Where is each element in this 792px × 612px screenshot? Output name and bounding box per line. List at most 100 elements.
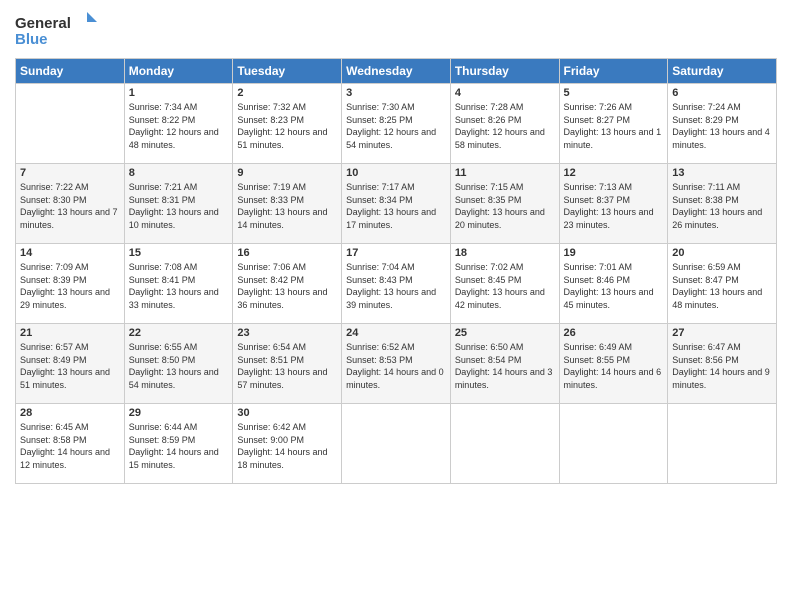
day-number: 11 (455, 167, 555, 179)
day-info: Sunrise: 7:21 AMSunset: 8:31 PMDaylight:… (129, 181, 229, 231)
calendar-cell: 9 Sunrise: 7:19 AMSunset: 8:33 PMDaylight… (233, 164, 342, 244)
calendar-table: SundayMondayTuesdayWednesdayThursdayFrid… (15, 58, 777, 484)
calendar-cell: 4Sunrise: 7:28 AMSunset: 8:26 PMDaylight… (450, 84, 559, 164)
day-info: Sunrise: 7:32 AMSunset: 8:23 PMDaylight:… (237, 101, 337, 151)
day-info: Sunrise: 6:57 AMSunset: 8:49 PMDaylight:… (20, 341, 120, 391)
day-info: Sunrise: 7:19 AMSunset: 8:33 PMDaylight:… (237, 181, 337, 231)
day-info: Sunrise: 7:30 AMSunset: 8:25 PMDaylight:… (346, 101, 446, 151)
day-info: Sunrise: 7:13 AMSunset: 8:37 PMDaylight:… (564, 181, 664, 231)
calendar-cell: 20 Sunrise: 6:59 AMSunset: 8:47 PMDayligh… (668, 244, 777, 324)
header: General Blue (15, 10, 777, 50)
day-number: 29 (129, 407, 229, 419)
day-info: Sunrise: 6:59 AMSunset: 8:47 PMDaylight:… (672, 261, 772, 311)
calendar-cell: 5Sunrise: 7:26 AMSunset: 8:27 PMDaylight… (559, 84, 668, 164)
calendar-cell (342, 404, 451, 484)
day-number: 18 (455, 247, 555, 259)
calendar-cell: 8 Sunrise: 7:21 AMSunset: 8:31 PMDaylight… (124, 164, 233, 244)
day-number: 3 (346, 87, 446, 99)
calendar-cell (450, 404, 559, 484)
day-info: Sunrise: 6:45 AMSunset: 8:58 PMDaylight:… (20, 421, 120, 471)
calendar-cell (559, 404, 668, 484)
col-header-wednesday: Wednesday (342, 59, 451, 84)
calendar-cell: 18 Sunrise: 7:02 AMSunset: 8:45 PMDayligh… (450, 244, 559, 324)
day-number: 17 (346, 247, 446, 259)
day-info: Sunrise: 6:55 AMSunset: 8:50 PMDaylight:… (129, 341, 229, 391)
day-info: Sunrise: 7:06 AMSunset: 8:42 PMDaylight:… (237, 261, 337, 311)
week-row-4: 21 Sunrise: 6:57 AMSunset: 8:49 PMDayligh… (16, 324, 777, 404)
day-number: 23 (237, 327, 337, 339)
calendar-cell: 7 Sunrise: 7:22 AMSunset: 8:30 PMDaylight… (16, 164, 125, 244)
day-info: Sunrise: 7:22 AMSunset: 8:30 PMDaylight:… (20, 181, 120, 231)
day-number: 21 (20, 327, 120, 339)
day-info: Sunrise: 7:26 AMSunset: 8:27 PMDaylight:… (564, 101, 664, 151)
day-number: 13 (672, 167, 772, 179)
day-info: Sunrise: 6:44 AMSunset: 8:59 PMDaylight:… (129, 421, 229, 471)
calendar-cell (668, 404, 777, 484)
day-info: Sunrise: 7:09 AMSunset: 8:39 PMDaylight:… (20, 261, 120, 311)
day-number: 20 (672, 247, 772, 259)
day-info: Sunrise: 6:54 AMSunset: 8:51 PMDaylight:… (237, 341, 337, 391)
day-info: Sunrise: 7:28 AMSunset: 8:26 PMDaylight:… (455, 101, 555, 151)
day-info: Sunrise: 7:11 AMSunset: 8:38 PMDaylight:… (672, 181, 772, 231)
calendar-cell: 29 Sunrise: 6:44 AMSunset: 8:59 PMDayligh… (124, 404, 233, 484)
col-header-tuesday: Tuesday (233, 59, 342, 84)
week-row-1: 1 Sunrise: 7:34 AMSunset: 8:22 PMDaylight… (16, 84, 777, 164)
day-info: Sunrise: 7:34 AMSunset: 8:22 PMDaylight:… (129, 101, 229, 151)
calendar-cell: 12 Sunrise: 7:13 AMSunset: 8:37 PMDayligh… (559, 164, 668, 244)
day-number: 8 (129, 167, 229, 179)
calendar-cell: 21 Sunrise: 6:57 AMSunset: 8:49 PMDayligh… (16, 324, 125, 404)
day-info: Sunrise: 7:01 AMSunset: 8:46 PMDaylight:… (564, 261, 664, 311)
calendar-cell (16, 84, 125, 164)
calendar-cell: 27Sunrise: 6:47 AMSunset: 8:56 PMDayligh… (668, 324, 777, 404)
calendar-cell: 23 Sunrise: 6:54 AMSunset: 8:51 PMDayligh… (233, 324, 342, 404)
calendar-cell: 6 Sunrise: 7:24 AMSunset: 8:29 PMDaylight… (668, 84, 777, 164)
day-number: 10 (346, 167, 446, 179)
calendar-cell: 30Sunrise: 6:42 AMSunset: 9:00 PMDayligh… (233, 404, 342, 484)
day-info: Sunrise: 7:24 AMSunset: 8:29 PMDaylight:… (672, 101, 772, 151)
day-number: 14 (20, 247, 120, 259)
day-number: 16 (237, 247, 337, 259)
logo: General Blue (15, 10, 105, 50)
calendar-cell: 14 Sunrise: 7:09 AMSunset: 8:39 PMDayligh… (16, 244, 125, 324)
day-info: Sunrise: 7:04 AMSunset: 8:43 PMDaylight:… (346, 261, 446, 311)
day-info: Sunrise: 6:47 AMSunset: 8:56 PMDaylight:… (672, 341, 772, 391)
col-header-monday: Monday (124, 59, 233, 84)
calendar-cell: 2 Sunrise: 7:32 AMSunset: 8:23 PMDaylight… (233, 84, 342, 164)
calendar-cell: 28 Sunrise: 6:45 AMSunset: 8:58 PMDayligh… (16, 404, 125, 484)
calendar-cell: 19 Sunrise: 7:01 AMSunset: 8:46 PMDayligh… (559, 244, 668, 324)
day-number: 15 (129, 247, 229, 259)
header-row: SundayMondayTuesdayWednesdayThursdayFrid… (16, 59, 777, 84)
calendar-cell: 15 Sunrise: 7:08 AMSunset: 8:41 PMDayligh… (124, 244, 233, 324)
week-row-5: 28 Sunrise: 6:45 AMSunset: 8:58 PMDayligh… (16, 404, 777, 484)
day-number: 6 (672, 87, 772, 99)
col-header-sunday: Sunday (16, 59, 125, 84)
day-number: 1 (129, 87, 229, 99)
day-info: Sunrise: 6:52 AMSunset: 8:53 PMDaylight:… (346, 341, 446, 391)
day-number: 28 (20, 407, 120, 419)
day-info: Sunrise: 7:17 AMSunset: 8:34 PMDaylight:… (346, 181, 446, 231)
day-number: 12 (564, 167, 664, 179)
day-number: 19 (564, 247, 664, 259)
col-header-friday: Friday (559, 59, 668, 84)
day-info: Sunrise: 6:49 AMSunset: 8:55 PMDaylight:… (564, 341, 664, 391)
calendar-cell: 26 Sunrise: 6:49 AMSunset: 8:55 PMDayligh… (559, 324, 668, 404)
calendar-cell: 24 Sunrise: 6:52 AMSunset: 8:53 PMDayligh… (342, 324, 451, 404)
day-number: 22 (129, 327, 229, 339)
week-row-3: 14 Sunrise: 7:09 AMSunset: 8:39 PMDayligh… (16, 244, 777, 324)
day-number: 7 (20, 167, 120, 179)
day-info: Sunrise: 7:02 AMSunset: 8:45 PMDaylight:… (455, 261, 555, 311)
day-info: Sunrise: 7:08 AMSunset: 8:41 PMDaylight:… (129, 261, 229, 311)
day-number: 24 (346, 327, 446, 339)
logo-svg: General Blue (15, 10, 105, 50)
calendar-cell: 16 Sunrise: 7:06 AMSunset: 8:42 PMDayligh… (233, 244, 342, 324)
day-number: 26 (564, 327, 664, 339)
calendar-cell: 17 Sunrise: 7:04 AMSunset: 8:43 PMDayligh… (342, 244, 451, 324)
calendar-cell: 11Sunrise: 7:15 AMSunset: 8:35 PMDayligh… (450, 164, 559, 244)
day-number: 30 (237, 407, 337, 419)
page-container: General Blue SundayMondayTuesdayWednesda… (0, 0, 792, 494)
calendar-cell: 25Sunrise: 6:50 AMSunset: 8:54 PMDayligh… (450, 324, 559, 404)
svg-text:General: General (15, 15, 71, 32)
day-number: 9 (237, 167, 337, 179)
day-number: 2 (237, 87, 337, 99)
col-header-thursday: Thursday (450, 59, 559, 84)
